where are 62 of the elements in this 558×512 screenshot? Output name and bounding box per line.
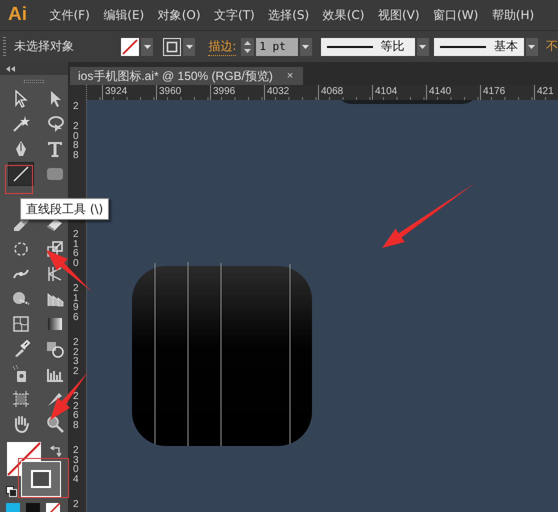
wand-tool-icon xyxy=(11,114,31,134)
menu-item[interactable]: 文件(F) xyxy=(50,6,90,24)
caret-icon xyxy=(302,44,310,48)
ruler-label: 2232 xyxy=(72,338,80,378)
dropdown-button[interactable] xyxy=(526,38,538,56)
menu-item[interactable]: 文字(T) xyxy=(214,6,255,24)
grip-icon[interactable] xyxy=(24,80,44,82)
mesh-tool-icon xyxy=(11,314,31,334)
grip-handle[interactable] xyxy=(3,36,6,56)
caret-icon xyxy=(419,44,426,48)
menu-item[interactable]: 对象(O) xyxy=(158,6,201,24)
menu-item[interactable]: 效果(C) xyxy=(322,6,364,24)
tooltip: 直线段工具 (\) xyxy=(20,198,110,220)
ruler-label: 2304 xyxy=(72,446,80,486)
collapse-icon[interactable] xyxy=(6,66,16,72)
annotation-arrow xyxy=(50,372,88,420)
menu-item[interactable]: 窗口(W) xyxy=(433,6,478,24)
ruler-label: 2196 xyxy=(72,284,80,324)
menu-item[interactable]: 帮助(H) xyxy=(492,6,534,24)
line-tool-icon xyxy=(11,164,31,184)
highlight-frame xyxy=(18,458,69,498)
dropdown-button[interactable] xyxy=(183,38,196,56)
document-tab[interactable]: ios手机图标.ai* @ 150% (RGB/预览) × xyxy=(70,67,304,85)
ruler-label: 2160 xyxy=(72,230,80,270)
dropdown-button[interactable] xyxy=(141,38,154,56)
color-mode-button[interactable] xyxy=(6,503,20,512)
stroke-label[interactable]: 描边: xyxy=(208,38,236,56)
dropdown-button[interactable] xyxy=(300,38,312,56)
stroke-color-swatch[interactable] xyxy=(21,461,61,497)
ruler-label: 2 xyxy=(72,500,80,512)
scale-tool-icon xyxy=(45,239,65,259)
menu-item[interactable]: 编辑(E) xyxy=(103,6,144,24)
caret-icon xyxy=(528,44,536,48)
annotation-arrow xyxy=(46,250,92,292)
zoom-tool-icon xyxy=(45,414,65,434)
menu-item[interactable]: 视图(V) xyxy=(378,6,420,24)
app-logo: Ai xyxy=(8,4,27,26)
ruler-label: 2268 xyxy=(72,392,80,432)
none-mode-button[interactable] xyxy=(46,503,60,512)
stroke-weight-field[interactable]: 1 pt xyxy=(256,38,298,56)
ruler-label: 2088 xyxy=(72,122,80,162)
spinner-arrows[interactable] xyxy=(241,38,254,56)
artboard-tool-icon xyxy=(11,389,31,409)
type-tool-icon xyxy=(45,139,65,159)
close-button[interactable]: × xyxy=(286,70,294,82)
default-colors-icon[interactable] xyxy=(6,486,17,497)
brush-dropdown[interactable]: 基本 xyxy=(434,38,524,56)
lasso-tool-icon xyxy=(45,114,65,134)
caret-icon xyxy=(186,44,193,48)
caret-icon xyxy=(144,44,151,48)
blend-tool-icon xyxy=(45,339,65,359)
profile-dropdown[interactable]: 等比 xyxy=(320,38,415,56)
menu-item[interactable]: 选择(S) xyxy=(268,6,310,24)
highlight-frame xyxy=(5,165,33,194)
swap-icon[interactable] xyxy=(50,445,62,457)
selection-status: 未选择对象 xyxy=(14,38,75,55)
dropdown-button[interactable] xyxy=(416,38,429,56)
opacity-label[interactable]: 不 xyxy=(546,38,558,55)
fill-swatch[interactable] xyxy=(121,38,140,56)
tool-button[interactable] xyxy=(8,162,34,186)
stroke-swatch[interactable] xyxy=(163,38,182,56)
ruler-label: 2 xyxy=(72,102,80,114)
